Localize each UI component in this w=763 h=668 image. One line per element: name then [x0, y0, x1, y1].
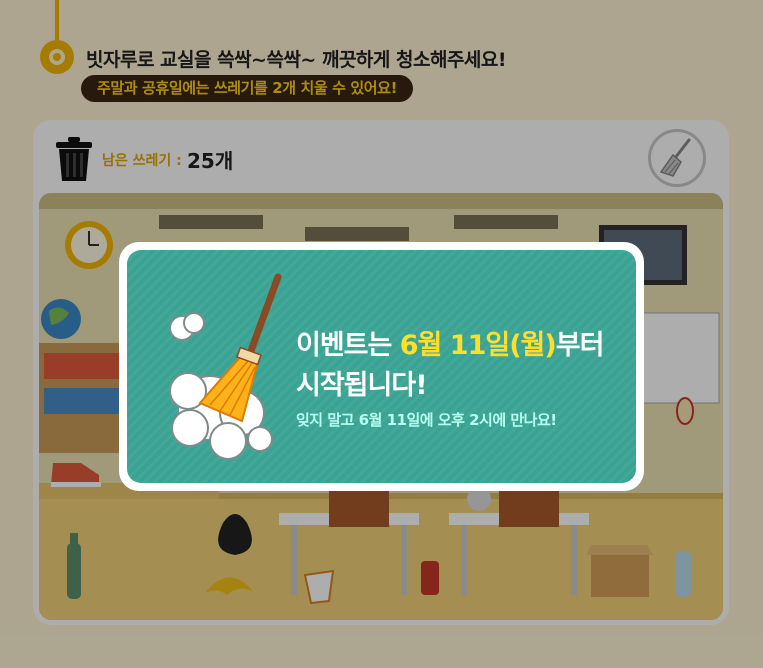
modal-subtext: 잊지 말고 6월 11일에 오후 2시에 만나요! [296, 411, 557, 429]
event-date: 6월 11일(월) [399, 330, 557, 361]
modal-heading-line2: 시작됩니다! [296, 370, 428, 401]
game-stage: 빗자루로 교실을 쓱싹~쓱싹~ 깨끗하게 청소해주세요! 주말과 공휴일에는 쓰… [0, 0, 763, 668]
heading-prefix: 이벤트는 [296, 330, 400, 361]
modal-heading-line1: 이벤트는 6월 11일(월)부터 [296, 323, 605, 362]
heading-suffix: 부터 [555, 330, 605, 361]
broom-icon [169, 273, 282, 460]
event-notice-modal[interactable]: 이벤트는 6월 11일(월)부터 시작됩니다! 잊지 말고 6월 11일에 오후… [119, 242, 644, 491]
modal-body: 이벤트는 6월 11일(월)부터 시작됩니다! 잊지 말고 6월 11일에 오후… [127, 250, 636, 483]
